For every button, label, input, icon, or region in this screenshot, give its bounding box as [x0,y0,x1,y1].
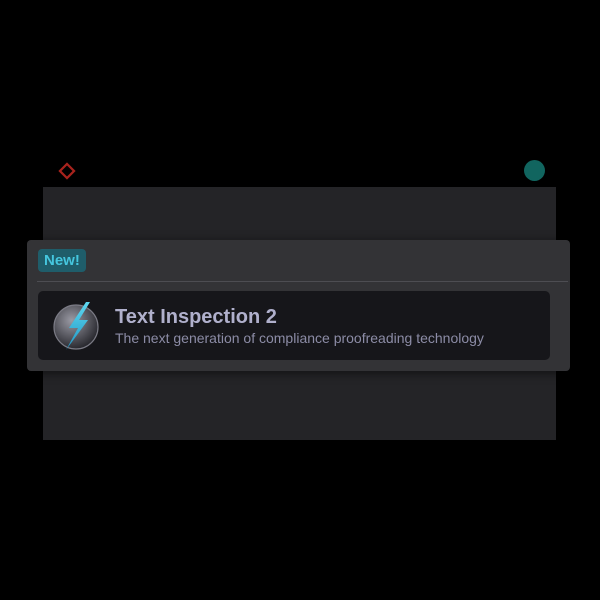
new-badge: New! [38,249,86,272]
screen: New! Text Inspection 2 The next generati… [0,0,600,600]
divider [37,281,568,282]
product-title: Text Inspection 2 [115,306,277,328]
diamond-outline-icon [58,162,76,180]
product-description: The next generation of compliance proofr… [115,330,484,346]
product-card-text-inspection[interactable]: Text Inspection 2 The next generation of… [38,291,550,360]
circle-icon [524,160,545,181]
whats-new-popover: New! Text Inspection 2 The next generati… [27,240,570,371]
lightning-bolt-icon [53,302,99,350]
